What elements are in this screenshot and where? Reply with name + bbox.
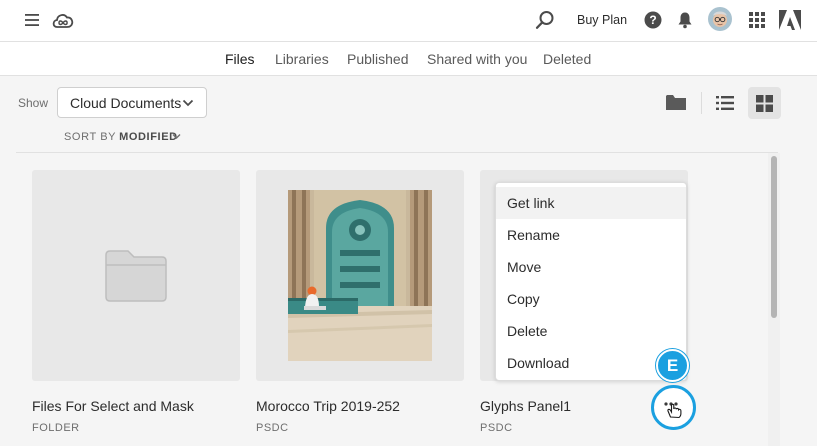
bell-icon[interactable] <box>677 11 693 29</box>
creative-cloud-logo-icon[interactable] <box>50 8 76 34</box>
menu-item-rename[interactable]: Rename <box>496 219 686 251</box>
help-icon[interactable]: ? <box>644 11 662 29</box>
morocco-photo-thumbnail <box>288 190 432 361</box>
card-type: FOLDER <box>32 422 80 434</box>
folder-view-icon[interactable] <box>666 94 686 111</box>
card-type: PSDC <box>480 422 513 434</box>
tab-libraries[interactable]: Libraries <box>275 51 329 67</box>
sort-by-label: SORT BY <box>64 131 117 143</box>
show-label: Show <box>18 96 49 110</box>
grid-view-icon <box>756 95 773 112</box>
location-dropdown-value: Cloud Documents <box>70 95 182 111</box>
view-divider <box>701 92 702 114</box>
menu-item-move[interactable]: Move <box>496 251 686 283</box>
content-divider <box>16 152 778 153</box>
tab-deleted[interactable]: Deleted <box>543 51 591 67</box>
card-title[interactable]: Files For Select and Mask <box>32 398 194 414</box>
tab-published[interactable]: Published <box>347 51 409 67</box>
top-bar: Buy Plan ? <box>0 0 817 42</box>
tab-shared-with-you[interactable]: Shared with you <box>427 51 527 67</box>
svg-text:?: ? <box>649 13 656 27</box>
folder-icon <box>105 250 167 302</box>
list-view-icon[interactable] <box>716 95 734 111</box>
apps-grid-icon[interactable] <box>749 12 765 28</box>
menu-item-get-link[interactable]: Get link <box>496 187 686 219</box>
buy-plan-link[interactable]: Buy Plan <box>577 13 627 27</box>
card-title[interactable]: Glyphs Panel1 <box>480 398 571 414</box>
menu-item-copy[interactable]: Copy <box>496 283 686 315</box>
tab-files[interactable]: Files <box>225 51 255 67</box>
location-dropdown[interactable]: Cloud Documents <box>57 87 207 118</box>
file-card-thumbnail[interactable] <box>32 170 240 381</box>
avatar[interactable] <box>708 7 732 31</box>
hamburger-icon[interactable] <box>24 12 40 28</box>
more-options-button[interactable] <box>651 385 696 430</box>
file-context-menu: Get link Rename Move Copy Delete Downloa… <box>495 182 687 381</box>
sort-by-value: MODIFIED <box>119 131 178 143</box>
file-card-thumbnail[interactable] <box>256 170 464 381</box>
sort-by-control[interactable]: SORT BY MODIFIED <box>64 131 178 143</box>
menu-item-delete[interactable]: Delete <box>496 315 686 347</box>
hand-cursor-icon <box>664 402 682 419</box>
search-icon[interactable] <box>535 10 555 30</box>
callout-letter: E <box>666 356 679 375</box>
card-title[interactable]: Morocco Trip 2019-252 <box>256 398 400 414</box>
card-type: PSDC <box>256 422 289 434</box>
adobe-logo-icon[interactable] <box>779 10 801 30</box>
grid-view-button[interactable] <box>748 87 781 119</box>
sort-chevron-down-icon[interactable] <box>172 132 181 141</box>
scrollbar-thumb[interactable] <box>771 156 777 318</box>
files-tab-bar: Files Libraries Published Shared with yo… <box>0 42 817 76</box>
callout-badge: E <box>656 349 689 382</box>
chevron-down-icon <box>182 99 194 107</box>
